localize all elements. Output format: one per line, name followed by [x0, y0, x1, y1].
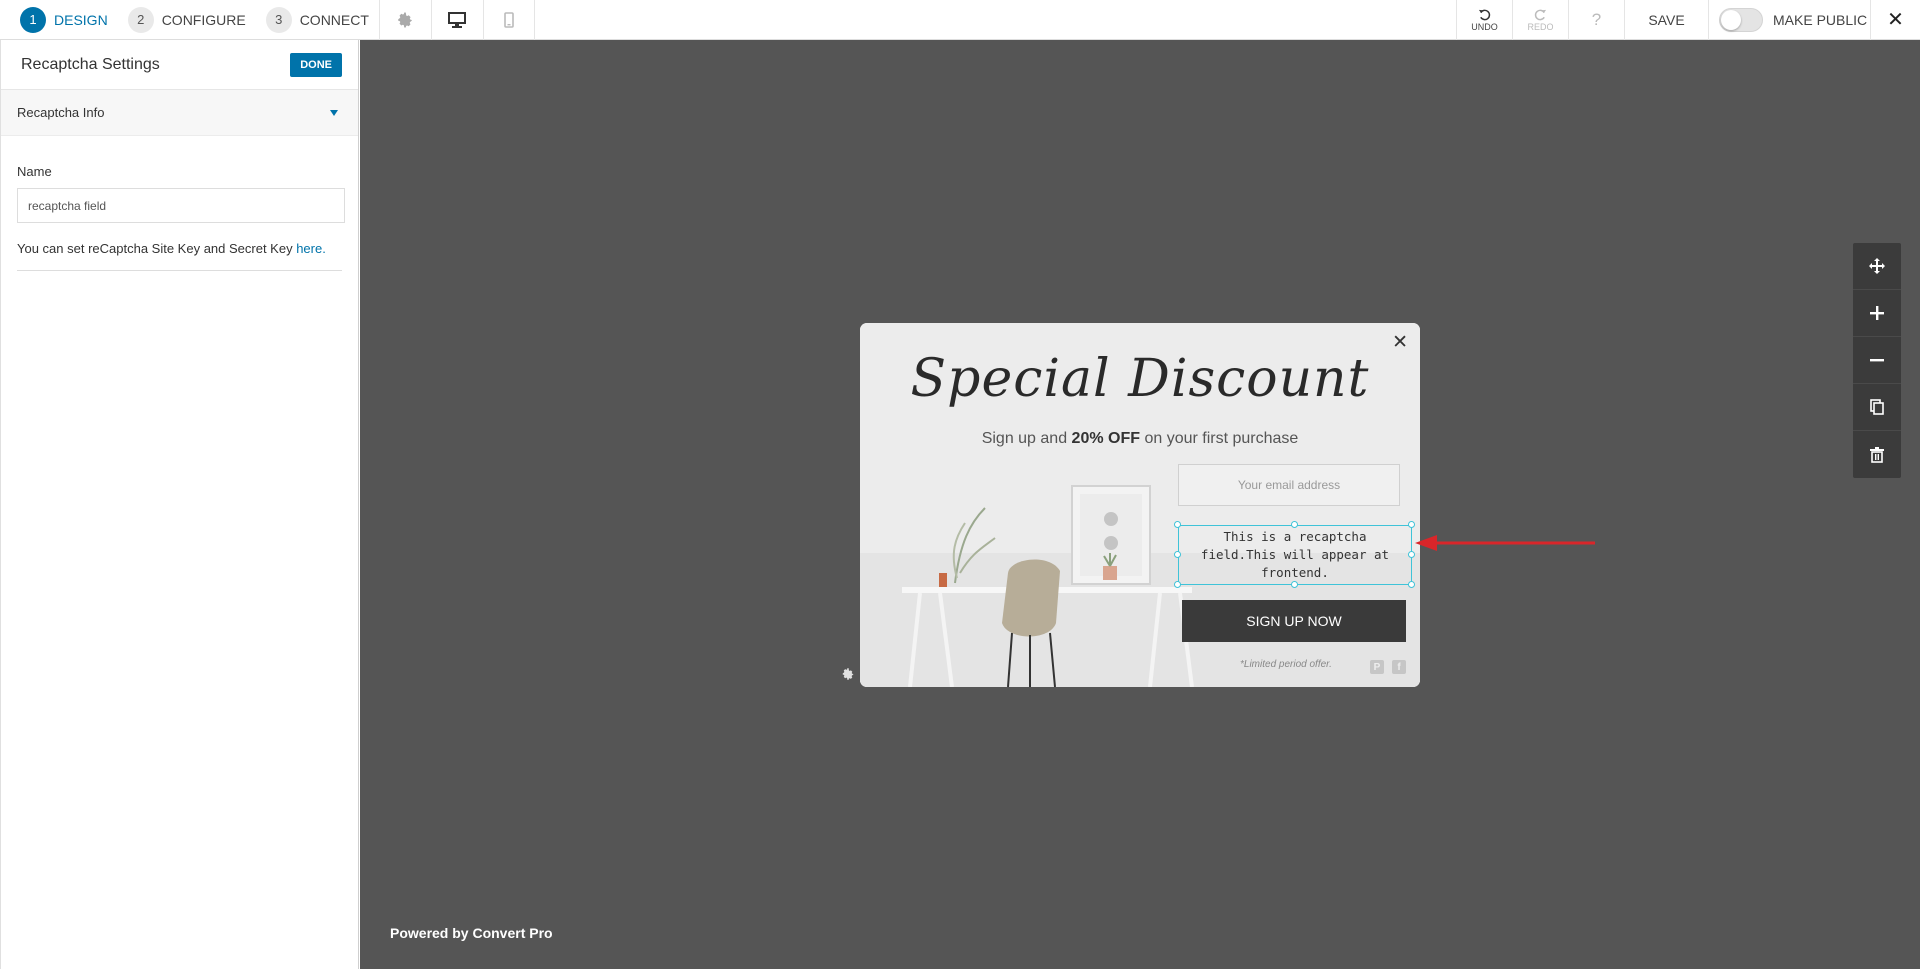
done-button[interactable]: DONE: [290, 52, 342, 77]
desktop-view-button[interactable]: [430, 0, 483, 40]
delete-icon: [1870, 446, 1884, 463]
facebook-icon[interactable]: f: [1392, 660, 1406, 674]
sidebar-header: Recaptcha Settings DONE: [1, 40, 358, 90]
resize-handle[interactable]: [1408, 581, 1415, 588]
resize-handle[interactable]: [1408, 521, 1415, 528]
help-button[interactable]: ?: [1568, 0, 1624, 40]
delete-button[interactable]: [1853, 431, 1901, 478]
gear-icon: [398, 12, 413, 27]
toggle-switch[interactable]: [1719, 7, 1763, 32]
duplicate-button[interactable]: [1853, 384, 1901, 431]
pinterest-icon[interactable]: P: [1370, 660, 1384, 674]
popup-subtitle[interactable]: Sign up and 20% OFF on your first purcha…: [860, 430, 1420, 448]
desktop-icon: [448, 11, 467, 28]
mobile-icon: [504, 11, 514, 28]
top-toolbar: 1 DESIGN 2 CONFIGURE 3 CONNECT UNDO REDO…: [0, 0, 1920, 40]
popup-preview[interactable]: ✕ Special Discount Sign up and 20% OFF o…: [860, 323, 1420, 687]
make-public-label: MAKE PUBLIC: [1773, 11, 1868, 28]
resize-handle[interactable]: [1174, 581, 1181, 588]
close-editor-button[interactable]: ✕: [1870, 0, 1920, 40]
sidebar-title: Recaptcha Settings: [21, 55, 160, 73]
resize-handle[interactable]: [1291, 581, 1298, 588]
zoom-out-icon: [1870, 359, 1884, 362]
undo-button[interactable]: UNDO: [1456, 0, 1512, 40]
step-label: CONNECT: [299, 11, 369, 28]
step-configure[interactable]: 2 CONFIGURE: [118, 0, 256, 40]
section-label: Recaptcha Info: [17, 105, 105, 120]
undo-icon: [1478, 9, 1491, 20]
redo-button[interactable]: REDO: [1512, 0, 1568, 40]
subtitle-text-end: on your first purchase: [1140, 430, 1299, 447]
save-button[interactable]: SAVE: [1624, 0, 1708, 40]
zoom-out-button[interactable]: [1853, 337, 1901, 384]
step-number: 3: [265, 6, 292, 33]
help-text-content: You can set reCaptcha Site Key and Secre…: [17, 241, 293, 256]
sign-up-button[interactable]: SIGN UP NOW: [1182, 600, 1406, 642]
canvas-tools: [1853, 243, 1901, 478]
step-connect[interactable]: 3 CONNECT: [256, 0, 379, 40]
settings-sidebar: Recaptcha Settings DONE Recaptcha Info N…: [0, 40, 359, 969]
recaptcha-help-text: You can set reCaptcha Site Key and Secre…: [17, 241, 342, 271]
sidebar-body: Name You can set reCaptcha Site Key and …: [1, 136, 358, 271]
resize-handle[interactable]: [1291, 521, 1298, 528]
step-label: CONFIGURE: [161, 11, 246, 28]
subtitle-discount: 20% OFF: [1071, 430, 1141, 447]
step-number: 2: [127, 6, 154, 33]
zoom-in-icon: [1870, 306, 1884, 320]
annotation-arrow: [1415, 535, 1595, 551]
caret-down-icon: [330, 109, 338, 116]
recaptcha-info-section[interactable]: Recaptcha Info: [1, 90, 358, 136]
zoom-in-button[interactable]: [1853, 290, 1901, 337]
step-label: DESIGN: [54, 11, 108, 28]
email-field[interactable]: Your email address: [1178, 464, 1400, 506]
redo-label: REDO: [1527, 21, 1554, 32]
redo-icon: [1534, 9, 1547, 20]
move-icon: [1869, 258, 1885, 274]
resize-handle[interactable]: [1174, 551, 1181, 558]
settings-button[interactable]: [378, 0, 431, 40]
duplicate-icon: [1870, 399, 1884, 415]
powered-by-text: Powered by Convert Pro: [390, 925, 553, 941]
make-public-toggle[interactable]: MAKE PUBLIC: [1708, 0, 1870, 40]
resize-handle[interactable]: [1408, 551, 1415, 558]
offer-note[interactable]: *Limited period offer.: [1240, 659, 1332, 670]
popup-settings-gear-icon[interactable]: [841, 667, 855, 681]
step-design[interactable]: 1 DESIGN: [0, 0, 118, 40]
name-label: Name: [17, 164, 52, 179]
subtitle-text-start: Sign up and: [981, 430, 1072, 447]
step-number: 1: [20, 6, 46, 33]
resize-handle[interactable]: [1174, 521, 1181, 528]
move-button[interactable]: [1853, 243, 1901, 290]
undo-label: UNDO: [1471, 21, 1498, 32]
recaptcha-settings-link[interactable]: here.: [296, 241, 326, 256]
mobile-view-button[interactable]: [482, 0, 535, 40]
recaptcha-field[interactable]: This is a recaptcha field.This will appe…: [1178, 525, 1412, 585]
name-field[interactable]: [17, 188, 345, 223]
popup-heading[interactable]: Special Discount: [860, 349, 1420, 409]
